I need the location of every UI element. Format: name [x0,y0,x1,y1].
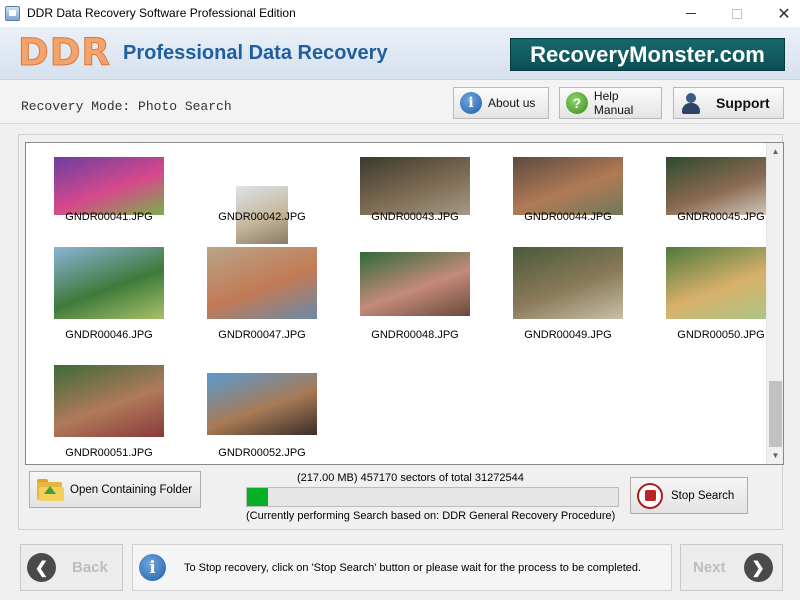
stop-icon [637,482,663,509]
support-button[interactable]: Support [673,87,784,119]
banner-title: Professional Data Recovery [123,42,388,64]
title-bar: DDR Data Recovery Software Professional … [0,0,800,27]
photo-image [513,247,623,319]
photo-filename: GNDR00051.JPG [65,447,153,459]
maximize-button[interactable] [714,0,760,27]
back-arrow-icon: ❮ [27,553,56,582]
photo-filename: GNDR00048.JPG [371,329,459,341]
photo-image [360,157,470,215]
help-manual-button[interactable]: ? Help Manual [559,87,662,119]
scrollbar-thumb[interactable] [769,381,782,447]
info-icon: i [139,554,166,581]
photo-thumbnail[interactable]: GNDR00044.JPG [493,143,643,253]
photo-image [360,252,470,316]
mode-bar: Recovery Mode: Photo Search i About us ?… [0,80,800,124]
photo-filename: GNDR00052.JPG [218,447,306,459]
photo-image [207,247,317,319]
stop-search-label: Stop Search [671,489,735,502]
next-label: Next [693,559,726,576]
photo-image [54,157,164,215]
photo-filename: GNDR00047.JPG [218,329,306,341]
support-label: Support [716,95,770,111]
photo-image [513,157,623,215]
folder-icon [36,478,64,502]
photo-image [54,365,164,437]
ddr-logo: DDR [18,31,111,75]
photo-filename: GNDR00041.JPG [65,211,153,223]
user-icon [680,92,702,114]
photo-thumbnail[interactable]: GNDR00052.JPG [187,365,337,464]
photo-thumbnail[interactable]: GNDR00049.JPG [493,247,643,367]
about-us-label: About us [488,96,536,110]
help-manual-label: Help Manual [593,89,634,117]
stop-search-button[interactable]: Stop Search [630,477,748,514]
photo-thumbnail[interactable]: GNDR00043.JPG [340,143,490,253]
search-status-text: (Currently performing Search based on: D… [246,510,616,522]
minimize-button[interactable] [668,0,714,27]
photo-thumbnail[interactable]: GNDR00045.JPG [646,143,783,253]
photo-filename: GNDR00043.JPG [371,211,459,223]
photo-gallery[interactable]: GNDR00041.JPG GNDR00042.JPG GNDR00043.JPG G… [25,142,784,465]
photo-filename: GNDR00042.JPG [218,211,306,223]
scroll-down-icon[interactable]: ▼ [767,447,783,464]
next-arrow-icon: ❯ [743,553,773,582]
photo-filename: GNDR00046.JPG [65,329,153,341]
maximize-icon [732,8,742,19]
progress-bar [246,487,619,507]
photo-thumbnail[interactable]: GNDR00050.JPG [646,247,783,367]
minimize-icon [686,13,696,14]
photo-filename: GNDR00044.JPG [524,211,612,223]
photo-filename: GNDR00050.JPG [677,329,765,341]
header-banner: DDR Professional Data Recovery RecoveryM… [0,27,800,80]
photo-filename: GNDR00045.JPG [677,211,765,223]
brand-badge: RecoveryMonster.com [510,38,785,71]
photo-image [54,247,164,319]
photo-image [666,157,776,215]
info-message: i To Stop recovery, click on 'Stop Searc… [132,544,672,591]
close-button[interactable]: ✕ [761,0,800,27]
app-icon [5,6,20,21]
window-title: DDR Data Recovery Software Professional … [27,6,296,20]
recovery-mode-label: Recovery Mode: Photo Search [21,99,232,114]
photo-filename: GNDR00049.JPG [524,329,612,341]
info-icon: i [460,92,482,114]
photo-thumbnail[interactable]: GNDR00048.JPG [340,247,490,367]
info-message-text: To Stop recovery, click on 'Stop Search'… [184,561,642,574]
photo-image [666,247,776,319]
footer-bar: ❮ Back i To Stop recovery, click on 'Sto… [0,535,800,600]
scroll-up-icon[interactable]: ▲ [767,143,783,160]
close-icon: ✕ [777,5,791,23]
about-us-button[interactable]: i About us [453,87,549,119]
next-button[interactable]: Next ❯ [680,544,783,591]
back-button[interactable]: ❮ Back [20,544,123,591]
photo-thumbnail[interactable]: GNDR00042.JPG [187,143,337,253]
open-containing-folder-button[interactable]: Open Containing Folder [29,471,201,508]
photo-thumbnail[interactable]: GNDR00041.JPG [34,143,184,253]
gallery-scrollbar[interactable]: ▲ ▼ [766,143,783,464]
sectors-progress-text: (217.00 MB) 457170 sectors of total 3127… [297,472,524,484]
photo-image [207,373,317,435]
photo-thumbnail[interactable]: GNDR00046.JPG [34,247,184,367]
progress-fill [247,488,269,506]
back-label: Back [72,559,108,576]
thumbnail-grid: GNDR00041.JPG GNDR00042.JPG GNDR00043.JPG G… [26,143,776,464]
help-icon: ? [566,92,588,114]
photo-thumbnail[interactable]: GNDR00047.JPG [187,247,337,367]
open-folder-label: Open Containing Folder [70,483,193,496]
photo-thumbnail[interactable]: GNDR00051.JPG [34,365,184,464]
